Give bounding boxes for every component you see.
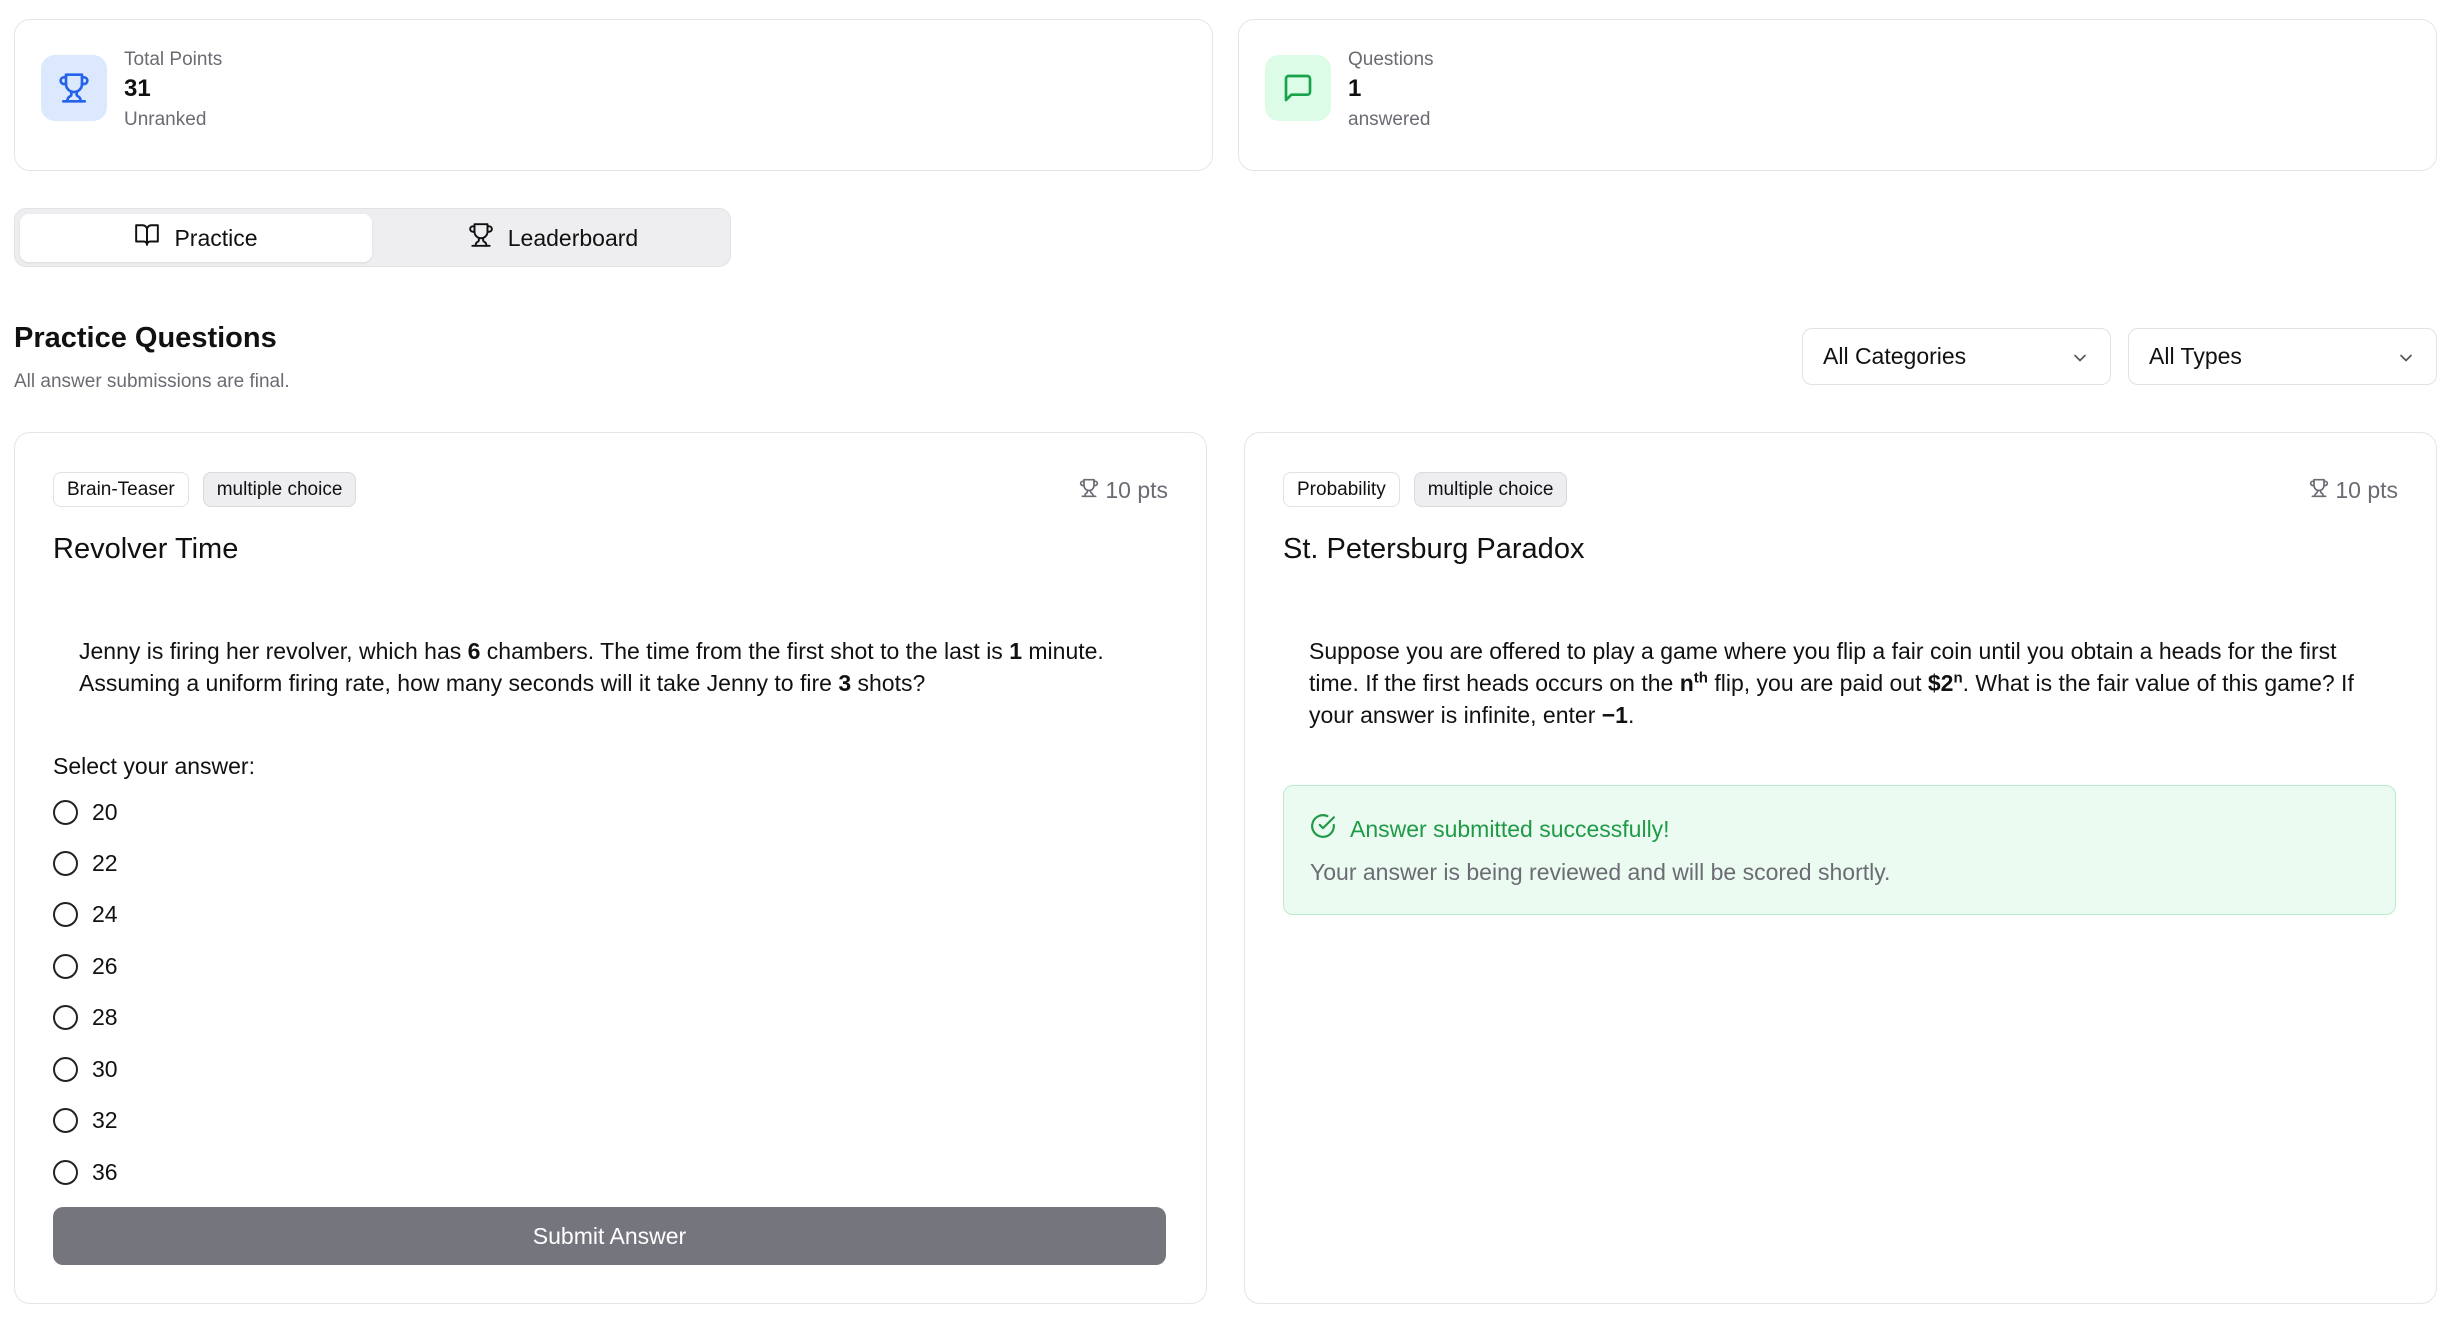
trophy-icon <box>41 55 107 121</box>
total-points-card: Total Points 31 Unranked <box>14 19 1213 171</box>
answer-option[interactable]: 28 <box>53 1002 118 1032</box>
questions-answered-card: Questions 1 answered <box>1238 19 2437 171</box>
question-text: Suppose you are offered to play a game w… <box>1309 638 2354 728</box>
view-tabs: Practice Leaderboard <box>14 208 731 267</box>
question-title: Revolver Time <box>53 533 239 565</box>
category-filter-select[interactable]: All Categories <box>1802 328 2111 385</box>
stat-label: Questions <box>1348 49 1434 70</box>
check-circle-icon <box>1310 813 1336 845</box>
answer-option[interactable]: 36 <box>53 1157 118 1187</box>
question-card: Brain-Teaser multiple choice 10 pts Revo… <box>14 432 1207 1304</box>
tab-label: Practice <box>174 224 258 251</box>
stat-value: 31 <box>124 75 151 102</box>
answer-option[interactable]: 20 <box>53 797 118 827</box>
success-heading: Answer submitted successfully! <box>1310 813 1670 845</box>
success-message: Your answer is being reviewed and will b… <box>1310 859 1891 885</box>
radio-button[interactable] <box>53 1004 78 1030</box>
page-subtitle: All answer submissions are final. <box>14 371 290 392</box>
category-filter-value: All Categories <box>1823 343 1967 369</box>
type-badge: multiple choice <box>1413 472 1568 507</box>
category-badge: Probability <box>1283 472 1400 507</box>
points-value: 10 pts <box>1105 477 1168 503</box>
stat-label: Total Points <box>124 49 223 70</box>
trophy-icon <box>1079 477 1099 504</box>
answer-option[interactable]: 30 <box>53 1054 118 1084</box>
chevron-down-icon <box>2070 347 2090 374</box>
submission-success-alert: Answer submitted successfully! Your answ… <box>1283 785 2396 915</box>
answer-option[interactable]: 26 <box>53 951 118 981</box>
type-filter-value: All Types <box>2149 343 2242 369</box>
type-filter-select[interactable]: All Types <box>2128 328 2437 385</box>
radio-button[interactable] <box>53 1107 78 1133</box>
book-open-icon <box>134 222 160 254</box>
success-title: Answer submitted successfully! <box>1350 815 1670 842</box>
radio-button[interactable] <box>53 850 78 876</box>
question-title: St. Petersburg Paradox <box>1283 533 1585 565</box>
type-badge: multiple choice <box>202 472 357 507</box>
radio-button[interactable] <box>53 799 78 825</box>
trophy-icon <box>2309 477 2329 504</box>
tab-leaderboard[interactable]: Leaderboard <box>377 214 729 262</box>
answer-option[interactable]: 24 <box>53 899 118 929</box>
page-title: Practice Questions <box>14 322 277 354</box>
stat-subtext: Unranked <box>124 109 207 130</box>
trophy-icon <box>468 222 494 254</box>
points-label: 10 pts <box>2309 477 2398 504</box>
points-value: 10 pts <box>2335 477 2398 503</box>
answer-option[interactable]: 22 <box>53 848 118 878</box>
category-badge: Brain-Teaser <box>53 472 189 507</box>
radio-button[interactable] <box>53 953 78 979</box>
radio-button[interactable] <box>53 1159 78 1185</box>
submit-answer-button[interactable]: Submit Answer <box>53 1207 1166 1265</box>
stat-subtext: answered <box>1348 109 1431 130</box>
stat-value: 1 <box>1348 75 1362 102</box>
radio-button[interactable] <box>53 1056 78 1082</box>
question-badges: Probability multiple choice <box>1283 472 1568 507</box>
chevron-down-icon <box>2396 347 2416 374</box>
radio-button[interactable] <box>53 901 78 927</box>
question-badges: Brain-Teaser multiple choice <box>53 472 357 507</box>
answer-prompt: Select your answer: <box>53 753 255 779</box>
answer-option[interactable]: 32 <box>53 1105 118 1135</box>
question-card: Probability multiple choice 10 pts St. P… <box>1244 432 2437 1304</box>
tab-practice[interactable]: Practice <box>20 214 372 262</box>
message-icon <box>1265 55 1331 121</box>
tab-label: Leaderboard <box>507 224 639 251</box>
points-label: 10 pts <box>1079 477 1168 504</box>
question-text: Jenny is firing her revolver, which has … <box>79 638 1104 696</box>
